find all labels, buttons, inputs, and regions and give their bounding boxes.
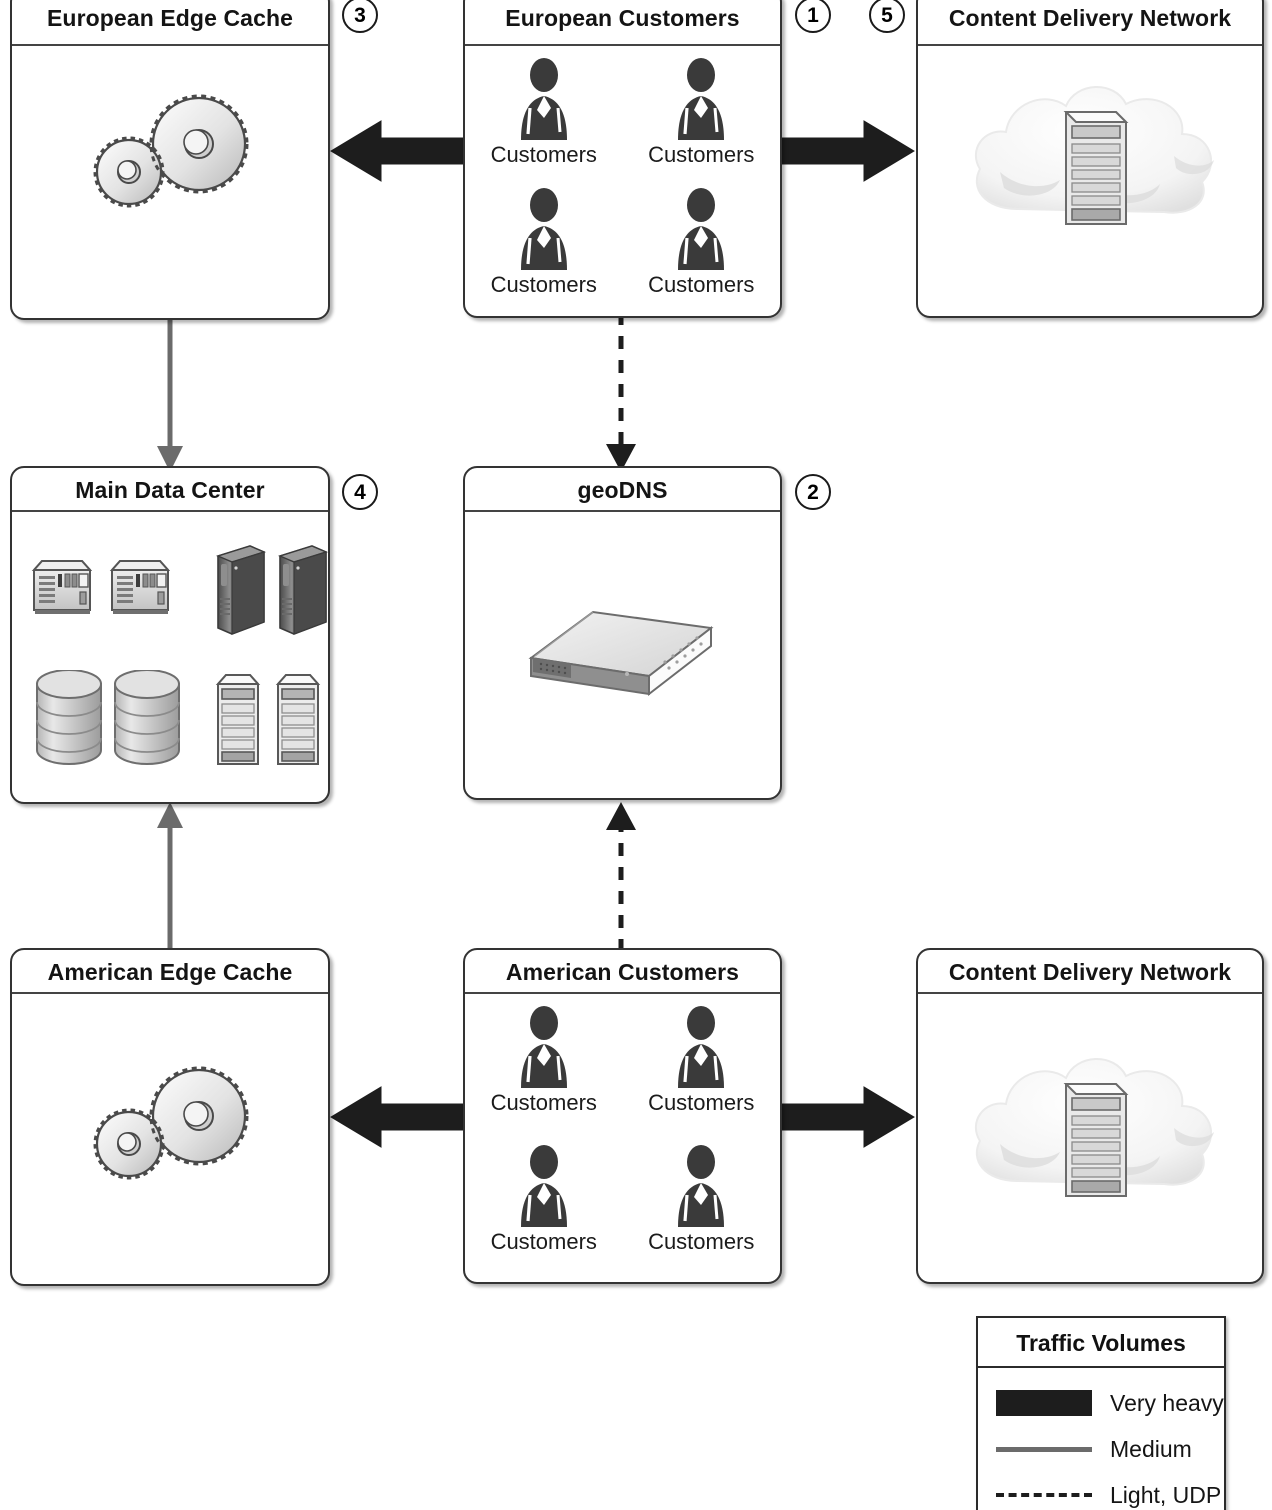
rack-server-icon (215, 674, 261, 765)
customer-item[interactable]: Customers (623, 1139, 781, 1278)
node-content-delivery-network-bottom[interactable]: Content Delivery Network (916, 948, 1264, 1284)
node-body-cdn-bottom (918, 994, 1262, 1282)
customer-item[interactable]: Customers (465, 1000, 623, 1139)
node-body-geodns (465, 512, 780, 798)
gears-icon (93, 1066, 249, 1180)
node-geodns[interactable]: geoDNS (463, 466, 782, 800)
customer-item[interactable]: Customers (465, 1139, 623, 1278)
customer-item[interactable]: Customers (623, 1000, 781, 1139)
customer-label: Customers (648, 1090, 755, 1115)
node-american-customers[interactable]: American Customers Customers Customers C… (463, 948, 782, 1284)
node-title-geodns: geoDNS (465, 468, 780, 512)
node-content-delivery-network-top[interactable]: Content Delivery Network (916, 0, 1264, 318)
customer-person-icon (678, 58, 725, 140)
customer-label: Customers (490, 1229, 597, 1254)
cloud-server-icon (974, 1058, 1214, 1197)
customer-label: Customers (648, 272, 755, 297)
cloud-server-icon (974, 86, 1214, 225)
legend-swatch-very-heavy (992, 1390, 1096, 1416)
heavy-arrow-eu-customers-to-cdn (778, 120, 915, 182)
step-circle-2: 2 (795, 474, 831, 510)
medium-arrow-eu-edge-cache-to-main-data-center (157, 312, 183, 472)
customer-person-icon (678, 1145, 725, 1227)
customer-item[interactable]: Customers (465, 52, 623, 182)
dashed-arrow-eu-customers-to-geodns (606, 312, 636, 472)
node-body-european-edge-cache (12, 46, 328, 318)
customers-grid-european: Customers Customers Customers Customers (465, 52, 780, 312)
diagram-canvas: European Edge Cache 3 European Customers (0, 0, 1272, 1510)
customers-grid-american: Customers Customers Customers Customers (465, 1000, 780, 1278)
customer-label: Customers (490, 272, 597, 297)
customer-label: Customers (648, 142, 755, 167)
node-american-edge-cache[interactable]: American Edge Cache (10, 948, 330, 1286)
customer-person-icon (520, 1145, 567, 1227)
node-title-european-customers: European Customers (465, 0, 780, 46)
legend-swatch-light-udp (992, 1493, 1096, 1497)
step-circle-4: 4 (342, 474, 378, 510)
node-body-american-edge-cache (12, 994, 328, 1284)
database-icon (114, 670, 180, 765)
customer-label: Customers (648, 1229, 755, 1254)
node-title-main-data-center: Main Data Center (12, 468, 328, 512)
legend-label-medium: Medium (1110, 1435, 1192, 1462)
node-title-cdn-bottom: Content Delivery Network (918, 950, 1262, 994)
heavy-arrow-us-customers-to-cdn (778, 1086, 915, 1148)
node-body-main-data-center (12, 512, 329, 802)
node-body-american-customers: Customers Customers Customers Customers (465, 994, 780, 1282)
node-title-american-customers: American Customers (465, 950, 780, 994)
node-european-edge-cache[interactable]: European Edge Cache (10, 0, 330, 320)
server-tower-icon (215, 545, 267, 635)
customer-item[interactable]: Customers (623, 182, 781, 312)
heavy-arrow-us-customers-to-us-edge-cache (330, 1086, 470, 1148)
database-icon (36, 670, 102, 765)
medium-arrow-us-edge-cache-to-main-data-center (157, 802, 183, 952)
customer-item[interactable]: Customers (623, 52, 781, 182)
legend-item-very-heavy: Very heavy (978, 1380, 1224, 1426)
legend-rows: Very heavy Medium Light, UDP (978, 1368, 1224, 1510)
step-circle-5: 5 (869, 0, 905, 33)
legend-traffic-volumes: Traffic Volumes Very heavy Medium Light,… (976, 1316, 1226, 1510)
server-tower-icon (277, 545, 329, 635)
gears-icon (93, 94, 249, 208)
node-title-european-edge-cache: European Edge Cache (12, 0, 328, 46)
legend-title: Traffic Volumes (978, 1318, 1224, 1368)
customer-item[interactable]: Customers (465, 182, 623, 312)
node-main-data-center[interactable]: Main Data Center (10, 466, 330, 804)
step-circle-3: 3 (342, 0, 378, 33)
node-body-cdn-top (918, 46, 1262, 316)
rack-server-icon (275, 674, 321, 765)
node-title-american-edge-cache: American Edge Cache (12, 950, 328, 994)
node-body-european-customers: Customers Customers Customers Customers (465, 46, 780, 316)
customer-label: Customers (490, 1090, 597, 1115)
legend-item-light-udp: Light, UDP (978, 1472, 1224, 1510)
customer-person-icon (520, 188, 567, 270)
customer-person-icon (678, 1006, 725, 1088)
customer-label: Customers (490, 142, 597, 167)
heavy-arrow-eu-customers-to-eu-edge-cache (330, 120, 470, 182)
legend-item-medium: Medium (978, 1426, 1224, 1472)
legend-swatch-medium (992, 1446, 1096, 1452)
customer-person-icon (678, 188, 725, 270)
legend-label-light-udp: Light, UDP (1110, 1481, 1222, 1508)
node-title-cdn-top: Content Delivery Network (918, 0, 1262, 46)
legend-label-very-heavy: Very heavy (1110, 1389, 1224, 1416)
network-appliance-icon (31, 560, 92, 614)
network-appliance-icon (109, 560, 170, 614)
customer-person-icon (520, 1006, 567, 1088)
customer-person-icon (520, 58, 567, 140)
dashed-arrow-us-customers-to-geodns (606, 802, 636, 952)
switch-appliance-icon (528, 610, 714, 697)
step-circle-1: 1 (795, 0, 831, 33)
node-european-customers[interactable]: European Customers Customers Customers C… (463, 0, 782, 318)
